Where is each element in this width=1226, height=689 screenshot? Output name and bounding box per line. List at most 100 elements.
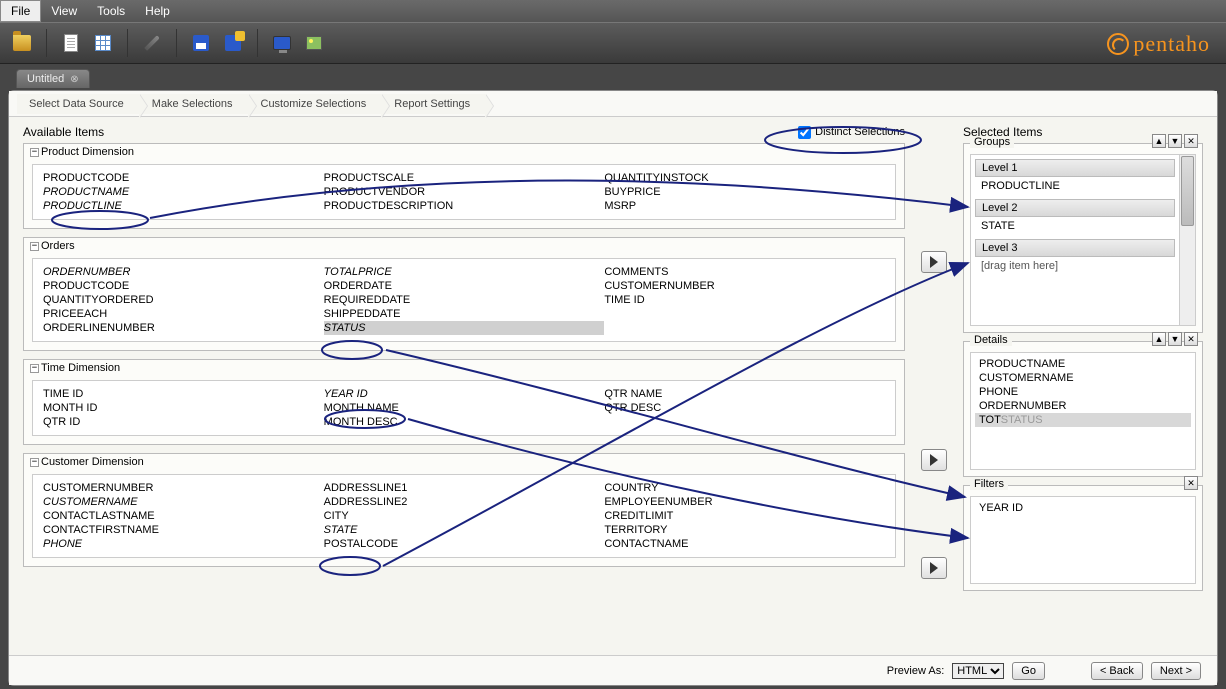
field-item[interactable]: CONTACTNAME (604, 537, 885, 551)
field-item[interactable]: QTR ID (43, 415, 324, 429)
field-item[interactable]: PRODUCTLINE (43, 199, 324, 213)
go-button[interactable]: Go (1012, 662, 1045, 680)
field-item[interactable]: QTR NAME (604, 387, 885, 401)
field-item[interactable]: TIME ID (43, 387, 324, 401)
field-item[interactable]: POSTALCODE (324, 537, 605, 551)
group-level-item[interactable]: [drag item here] (975, 259, 1175, 273)
field-item[interactable]: CONTACTLASTNAME (43, 509, 324, 523)
collapse-icon[interactable]: − (30, 148, 39, 157)
menu-file[interactable]: File (0, 0, 41, 22)
field-item[interactable]: PRODUCTVENDOR (324, 185, 605, 199)
field-item[interactable]: CUSTOMERNUMBER (43, 481, 324, 495)
menu-view[interactable]: View (41, 1, 87, 21)
distinct-selections-label[interactable]: Distinct Selections (798, 126, 905, 139)
field-item[interactable]: QUANTITYORDERED (43, 293, 324, 307)
collapse-icon[interactable]: − (30, 458, 39, 467)
field-item[interactable]: TOTALPRICE (324, 265, 605, 279)
field-item[interactable]: PRODUCTCODE (43, 171, 324, 185)
breadcrumb-step-3[interactable]: Customize Selections (249, 94, 383, 114)
add-to-filters-button[interactable] (921, 557, 947, 579)
breadcrumb-step-4[interactable]: Report Settings (382, 94, 486, 114)
field-item[interactable]: ORDERNUMBER (43, 265, 324, 279)
field-group-legend[interactable]: −Orders (24, 238, 904, 254)
detail-item[interactable]: TOTSTATUS (975, 413, 1191, 427)
field-item[interactable]: QTR DESC (604, 401, 885, 415)
field-item[interactable]: COUNTRY (604, 481, 885, 495)
field-item[interactable]: CUSTOMERNAME (43, 495, 324, 509)
field-item[interactable]: PRODUCTDESCRIPTION (324, 199, 605, 213)
preview-as-select[interactable]: HTML (952, 663, 1004, 679)
field-item[interactable]: PHONE (43, 537, 324, 551)
group-level-header[interactable]: Level 1 (975, 159, 1175, 177)
remove-button[interactable]: ✕ (1184, 332, 1198, 346)
breadcrumb-step-2[interactable]: Make Selections (140, 94, 249, 114)
field-item[interactable]: CONTACTFIRSTNAME (43, 523, 324, 537)
collapse-icon[interactable]: − (30, 242, 39, 251)
distinct-selections-checkbox[interactable] (798, 126, 811, 139)
move-up-button[interactable]: ▲ (1152, 332, 1166, 346)
filters-body[interactable]: YEAR ID (970, 496, 1196, 584)
detail-item[interactable]: ORDERNUMBER (975, 399, 1191, 413)
details-body[interactable]: PRODUCTNAMECUSTOMERNAMEPHONEORDERNUMBERT… (970, 352, 1196, 470)
field-item[interactable]: EMPLOYEENUMBER (604, 495, 885, 509)
next-button[interactable]: Next > (1151, 662, 1201, 680)
field-item[interactable]: SHIPPEDDATE (324, 307, 605, 321)
remove-button[interactable]: ✕ (1184, 476, 1198, 490)
menu-help[interactable]: Help (135, 1, 180, 21)
field-item[interactable]: TERRITORY (604, 523, 885, 537)
group-level-header[interactable]: Level 2 (975, 199, 1175, 217)
move-down-button[interactable]: ▼ (1168, 134, 1182, 148)
field-item[interactable]: BUYPRICE (604, 185, 885, 199)
field-item[interactable]: MSRP (604, 199, 885, 213)
save-as-button[interactable] (219, 29, 247, 57)
field-item[interactable]: PRICEEACH (43, 307, 324, 321)
field-item[interactable]: QUANTITYINSTOCK (604, 171, 885, 185)
move-down-button[interactable]: ▼ (1168, 332, 1182, 346)
group-level-item[interactable]: STATE (975, 219, 1175, 233)
group-level-item[interactable]: PRODUCTLINE (975, 179, 1175, 193)
edit-button[interactable] (138, 29, 166, 57)
field-item[interactable]: CITY (324, 509, 605, 523)
field-group-legend[interactable]: −Customer Dimension (24, 454, 904, 470)
field-item[interactable]: STATE (324, 523, 605, 537)
breadcrumb-step-1[interactable]: Select Data Source (17, 94, 140, 114)
remove-button[interactable]: ✕ (1184, 134, 1198, 148)
field-item[interactable]: ADDRESSLINE1 (324, 481, 605, 495)
open-button[interactable] (8, 29, 36, 57)
field-item[interactable]: MONTH NAME (324, 401, 605, 415)
field-item[interactable]: MONTH DESC (324, 415, 605, 429)
scrollbar-thumb[interactable] (1181, 156, 1194, 226)
add-to-groups-button[interactable] (921, 251, 947, 273)
save-button[interactable] (187, 29, 215, 57)
field-item[interactable]: ORDERLINENUMBER (43, 321, 324, 335)
field-group-legend[interactable]: −Product Dimension (24, 144, 904, 160)
field-item[interactable]: ADDRESSLINE2 (324, 495, 605, 509)
field-item[interactable]: CUSTOMERNUMBER (604, 279, 885, 293)
detail-item[interactable]: PRODUCTNAME (975, 357, 1191, 371)
field-item[interactable]: COMMENTS (604, 265, 885, 279)
field-item[interactable]: STATUS (324, 321, 605, 335)
document-tab[interactable]: Untitled ⊗ (16, 69, 90, 88)
monitor-button[interactable] (268, 29, 296, 57)
back-button[interactable]: < Back (1091, 662, 1143, 680)
menu-tools[interactable]: Tools (87, 1, 135, 21)
group-level-header[interactable]: Level 3 (975, 239, 1175, 257)
field-item[interactable]: PRODUCTSCALE (324, 171, 605, 185)
groups-body[interactable]: Level 1 PRODUCTLINE Level 2 STATE Level 3 [dr… (970, 154, 1196, 326)
field-item[interactable]: MONTH ID (43, 401, 324, 415)
field-group-legend[interactable]: −Time Dimension (24, 360, 904, 376)
field-item[interactable]: CREDITLIMIT (604, 509, 885, 523)
new-doc-button[interactable] (57, 29, 85, 57)
field-item[interactable]: PRODUCTCODE (43, 279, 324, 293)
filter-item[interactable]: YEAR ID (975, 501, 1191, 515)
new-grid-button[interactable] (89, 29, 117, 57)
add-to-details-button[interactable] (921, 449, 947, 471)
detail-item[interactable]: PHONE (975, 385, 1191, 399)
scrollbar[interactable] (1179, 155, 1195, 325)
move-up-button[interactable]: ▲ (1152, 134, 1166, 148)
field-item[interactable]: PRODUCTNAME (43, 185, 324, 199)
image-button[interactable] (300, 29, 328, 57)
field-item[interactable]: TIME ID (604, 293, 885, 307)
field-item[interactable]: REQUIREDDATE (324, 293, 605, 307)
collapse-icon[interactable]: − (30, 364, 39, 373)
